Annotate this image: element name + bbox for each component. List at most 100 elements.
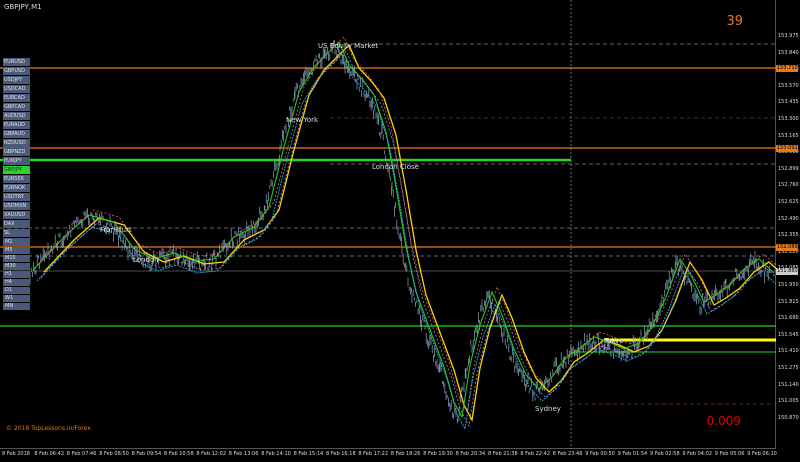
time-axis-label: 8 Feb 22:42 xyxy=(520,451,551,457)
time-axis-label: 8 Feb 18:26 xyxy=(390,451,421,457)
moving-average-line xyxy=(33,41,775,419)
price-axis-label: 153.435 xyxy=(778,99,799,106)
session-label-sydney: Sydney xyxy=(535,405,561,413)
moving-average-ribbon xyxy=(33,36,776,431)
time-axis-label: 8 Feb 20:34 xyxy=(455,451,486,457)
time-axis-label: 8 Feb 15:14 xyxy=(293,451,324,457)
symbol-button-sl[interactable]: SL xyxy=(3,229,30,237)
price-bars xyxy=(29,40,770,424)
price-axis-label: 151.005 xyxy=(778,398,799,405)
symbol-button-eursek[interactable]: EURSEK xyxy=(3,175,30,183)
price-tag: 151.880 xyxy=(776,268,798,275)
price-axis[interactable]: 153.975 153.840 153.710 153.570 153.435 153.3… xyxy=(776,0,800,449)
symbol-button-usdtry[interactable]: USDTRY xyxy=(3,193,30,201)
symbol-button-usdjpy[interactable]: USDJPY xyxy=(3,76,30,84)
spread-value: 0.009 xyxy=(706,414,741,428)
time-axis-label: 8 Feb 08:50 xyxy=(99,451,129,457)
symbol-button-nzdusd[interactable]: NZDUSD xyxy=(3,139,30,147)
time-axis-label: 8 Feb 17:22 xyxy=(358,451,389,457)
session-label-frankfurt: Frankfurt xyxy=(100,226,132,234)
symbol-button-usdcad[interactable]: USDCAD xyxy=(3,85,30,93)
session-label-new-york: New York xyxy=(286,116,319,124)
time-axis-label: 8 Feb 12:02 xyxy=(196,451,227,457)
time-axis-label: 9 Feb 04:02 xyxy=(682,451,713,457)
time-axis-label: 8 Feb 09:54 xyxy=(131,451,162,457)
moving-average-line xyxy=(36,53,776,431)
session-label-us-equity: US Equity Market xyxy=(318,42,379,50)
symbol-button-eurcad[interactable]: EURCAD xyxy=(3,94,30,102)
price-axis-label: 152.490 xyxy=(778,215,799,222)
symbol-button-gbpaud[interactable]: GBPAUD xyxy=(3,130,30,138)
chart-window: GBPJPY,M1 39 0.009 © 2018 TopLessons.in/… xyxy=(0,0,800,462)
moving-average-line xyxy=(43,43,776,423)
price-axis-label: 153.975 xyxy=(778,33,799,39)
price-axis-label: 152.899 xyxy=(778,165,799,172)
time-axis-label: 8 Feb 2018 xyxy=(2,451,30,457)
time-axis-label: 9 Feb 00:50 xyxy=(585,451,615,457)
timeframe-switcher-panel: M1 M5 M15 M30 H1 H4 D1 W1 MN xyxy=(3,239,30,311)
session-label-london: London xyxy=(133,256,159,264)
price-axis-label: 151.950 xyxy=(778,282,799,288)
symbol-button-gbpnzd[interactable]: GBPNZD xyxy=(3,148,30,156)
timeframe-button-h1[interactable]: H1 xyxy=(3,271,30,278)
symbol-button-gbpusd[interactable]: GBPUSD xyxy=(3,67,30,75)
symbol-button-eurnok[interactable]: EURNOK xyxy=(3,184,30,192)
symbol-button-usdmxn[interactable]: USDMXN xyxy=(3,202,30,210)
time-axis-label: 8 Feb 06:42 xyxy=(34,451,65,457)
symbol-button-eurjpy[interactable]: EURJPY xyxy=(3,157,30,165)
symbol-button-gbpjpy[interactable]: GBPJPY xyxy=(3,166,30,174)
price-axis-label: 153.570 xyxy=(778,82,799,89)
time-axis-label: 8 Feb 19:30 xyxy=(423,451,453,457)
time-axis-label: 8 Feb 13:06 xyxy=(228,451,259,457)
price-axis-label: 153.840 xyxy=(778,49,799,56)
time-axis[interactable]: 8 Feb 2018 8 Feb 06:42 8 Feb 07:46 8 Feb 08… xyxy=(0,449,800,462)
timeframe-button-d1[interactable]: D1 xyxy=(3,287,30,294)
time-axis-label: 8 Feb 07:46 xyxy=(66,451,97,457)
timeframe-button-m1[interactable]: M1 xyxy=(3,239,30,246)
symbol-button-gbpcad[interactable]: GBPCAD xyxy=(3,103,30,111)
candle-countdown: 39 xyxy=(726,14,743,29)
time-axis-label: 8 Feb 14:10 xyxy=(261,451,291,457)
session-label-london-close: London Close xyxy=(372,163,419,171)
symbol-button-dax[interactable]: DAX xyxy=(3,220,30,228)
symbol-button-xauusd[interactable]: XAUUSD xyxy=(3,211,30,219)
price-axis-label: 151.275 xyxy=(778,365,799,371)
symbol-button-audusd[interactable]: AUDUSD xyxy=(3,112,30,120)
symbol-switcher-panel: EURUSD GBPUSD USDJPY USDCAD EURCAD GBPCAD AUDU… xyxy=(3,58,30,247)
time-axis-label: 9 Feb 01:54 xyxy=(617,451,648,457)
timeframe-button-m5[interactable]: M5 xyxy=(3,247,30,254)
price-axis-label: 152.355 xyxy=(778,232,799,239)
price-chart[interactable] xyxy=(0,0,776,449)
chart-plot-area[interactable]: GBPJPY,M1 39 0.009 © 2018 TopLessons.in/… xyxy=(0,0,776,449)
price-axis-label: 150.870 xyxy=(778,414,799,421)
timeframe-button-m15[interactable]: M15 xyxy=(3,255,30,262)
price-tag: 152.089 xyxy=(776,244,798,251)
moving-average-line xyxy=(40,50,776,428)
timeframe-button-m30[interactable]: M30 xyxy=(3,263,30,270)
timeframe-button-mn[interactable]: MN xyxy=(3,303,30,310)
time-axis-label: 9 Feb 05:06 xyxy=(714,451,745,457)
symbol-button-eurusd[interactable]: EURUSD xyxy=(3,58,30,66)
price-tag: 153.710 xyxy=(776,65,798,72)
time-axis-label: 9 Feb 02:58 xyxy=(650,451,680,457)
timeframe-button-w1[interactable]: W1 xyxy=(3,295,30,302)
time-axis-label: 8 Feb 10:58 xyxy=(164,451,194,457)
time-axis-label: 8 Feb 23:46 xyxy=(552,451,583,457)
timeframe-button-h4[interactable]: H4 xyxy=(3,279,30,286)
price-axis-label: 152.760 xyxy=(778,182,799,189)
price-tag: 153.091 xyxy=(776,145,798,152)
time-axis-label: 8 Feb 21:38 xyxy=(488,451,518,457)
price-axis-label: 151.545 xyxy=(778,331,799,338)
time-axis-label: 9 Feb 06:10 xyxy=(747,451,777,457)
price-axis-label: 151.680 xyxy=(778,315,799,322)
price-axis-label: 153.165 xyxy=(778,132,799,139)
price-axis-label: 151.140 xyxy=(778,381,799,388)
symbol-title: GBPJPY,M1 xyxy=(4,3,42,11)
copyright-text: © 2018 TopLessons.in/Forex xyxy=(6,425,91,432)
price-axis-label: 153.300 xyxy=(778,116,799,122)
symbol-button-euraud[interactable]: EURAUD xyxy=(3,121,30,129)
price-axis-label: 151.815 xyxy=(778,298,799,305)
session-label-tokyo: Tokyo xyxy=(604,337,624,345)
time-axis-label: 8 Feb 16:18 xyxy=(326,451,356,457)
price-axis-label: 152.625 xyxy=(778,199,799,205)
